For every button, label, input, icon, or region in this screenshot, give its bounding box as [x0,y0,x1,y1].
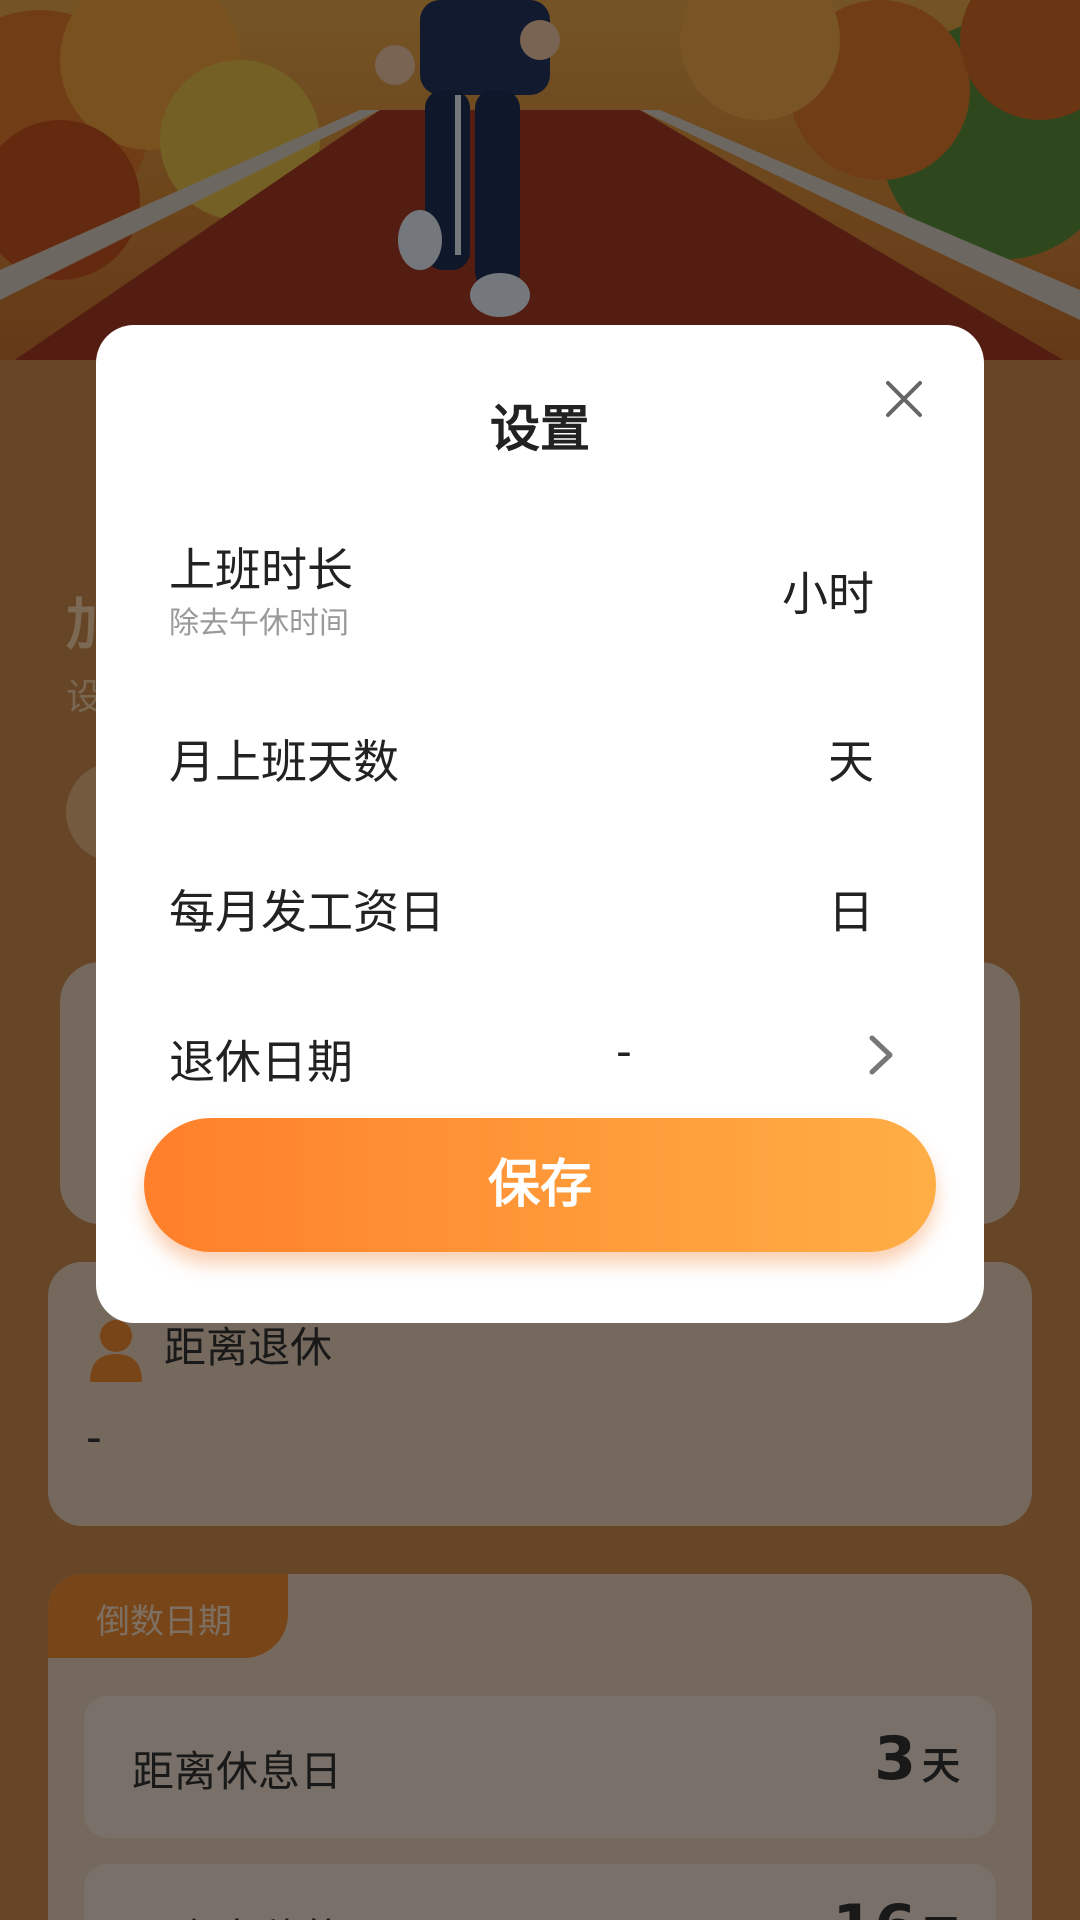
work-days-label: 月上班天数 [169,735,399,789]
work-hours-input[interactable] [426,530,826,640]
work-hours-hint: 除去午休时间 [169,606,349,641]
settings-dialog: 设置 上班时长 除去午休时间 小时 月上班天数 天 每月发工资日 日 退休日期 … [96,325,984,1323]
payday-unit: 日 [828,885,874,939]
work-hours-unit: 小时 [782,567,874,621]
work-days-unit: 天 [828,735,874,789]
work-days-input[interactable] [426,700,826,810]
payday-row: 每月发工资日 日 [96,850,984,960]
payday-label: 每月发工资日 [169,885,445,939]
retire-date-value: - [616,1026,632,1077]
close-icon[interactable] [880,375,928,423]
retire-date-label: 退休日期 [169,1035,353,1089]
work-hours-row: 上班时长 除去午休时间 小时 [96,530,984,641]
save-button[interactable]: 保存 [144,1118,936,1252]
payday-input[interactable] [426,850,826,960]
dialog-title: 设置 [490,400,590,458]
work-days-row: 月上班天数 天 [96,700,984,810]
retire-date-row[interactable]: 退休日期 - [96,1000,984,1110]
chevron-right-icon [869,1035,893,1075]
work-hours-label: 上班时长 [169,543,353,597]
